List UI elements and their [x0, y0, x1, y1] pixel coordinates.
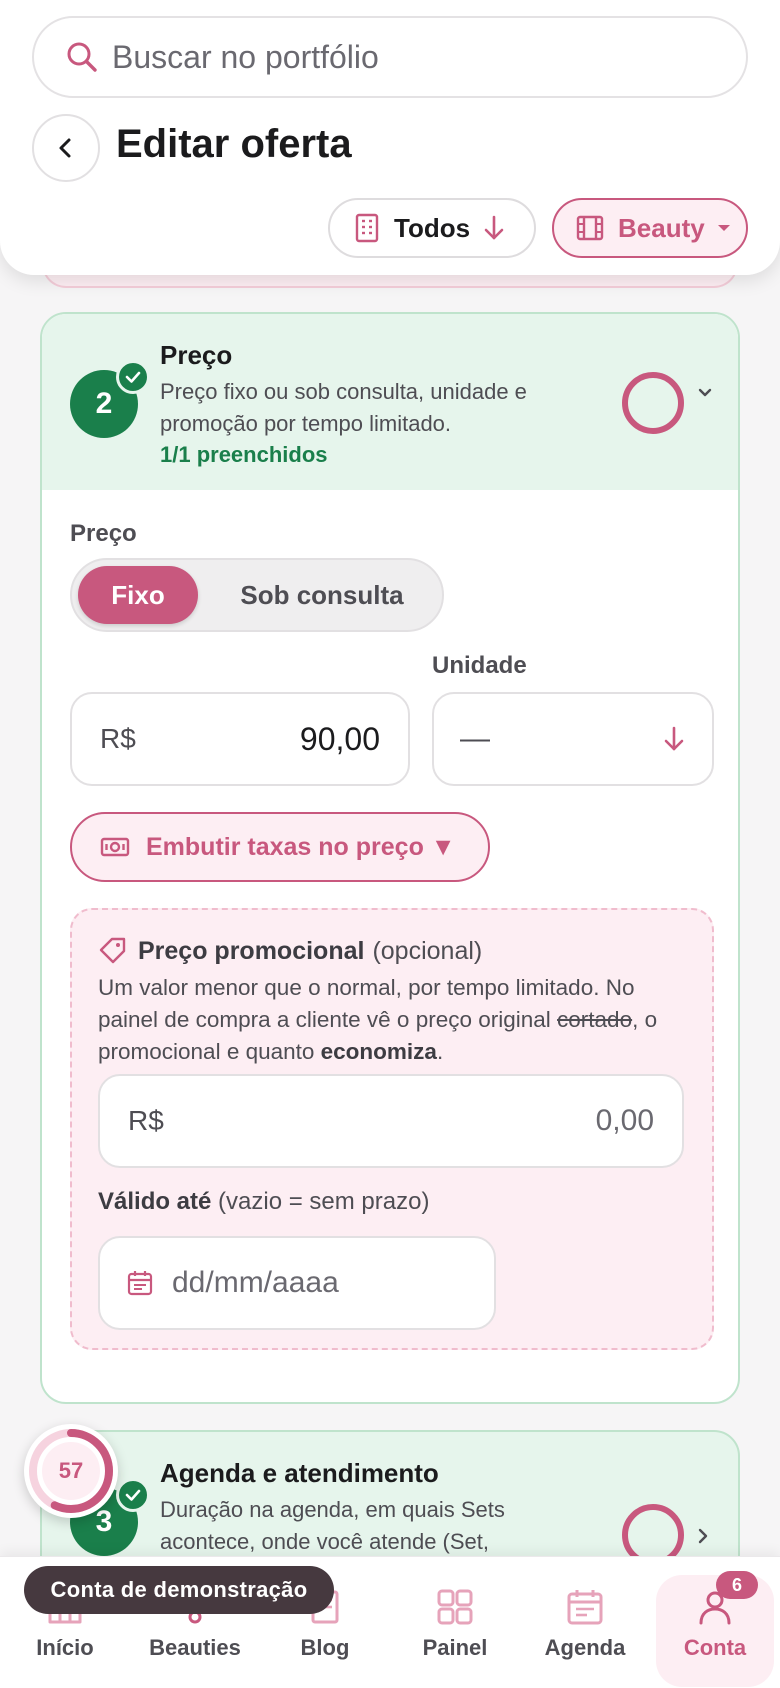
- notification-badge: 6: [716, 1571, 758, 1599]
- search-icon: [67, 42, 97, 72]
- progress-value: 57: [58, 1458, 84, 1483]
- embed-fees-button[interactable]: Embutir taxas no preço ▼: [70, 812, 490, 882]
- building-icon: [355, 213, 379, 243]
- nav-item-conta[interactable]: Conta 6: [656, 1571, 774, 1687]
- filter-chip-todos[interactable]: Todos: [328, 198, 536, 258]
- arrow-down-icon: [664, 726, 684, 751]
- currency-prefix: R$: [128, 1105, 164, 1136]
- promo-desc-part: .: [436, 1039, 444, 1064]
- calendar-icon: [127, 1271, 153, 1296]
- top-header: Editar oferta Todos Beauty: [0, 0, 780, 275]
- promo-desc-part: Um valor menor que o normal, por tempo l…: [98, 975, 635, 1032]
- check-icon: [116, 360, 150, 394]
- search-bar[interactable]: [32, 16, 748, 98]
- price-section-header[interactable]: 2 Preço Preço fixo ou sob consulta, unid…: [42, 314, 738, 490]
- price-section-card: 2 Preço Preço fixo ou sob consulta, unid…: [40, 312, 740, 1404]
- nav-label: Painel: [422, 1635, 488, 1660]
- price-type-toggle: Fixo Sob consulta: [70, 558, 444, 632]
- toggle-on-request-option[interactable]: Sob consulta: [212, 566, 432, 624]
- chevron-down-icon[interactable]: [698, 388, 712, 398]
- search-input[interactable]: [112, 38, 712, 76]
- valid-until-label: Válido até (vazio = sem prazo): [98, 1188, 429, 1216]
- check-icon: [116, 1478, 150, 1512]
- promo-desc-strike: cortado: [557, 1007, 633, 1032]
- promo-desc-bold: economiza: [320, 1039, 437, 1064]
- promo-optional-hint: (opcional): [372, 936, 483, 965]
- price-value: 90,00: [299, 720, 380, 757]
- section-title: Preço: [160, 340, 233, 370]
- nav-item-painel[interactable]: Painel: [390, 1557, 520, 1688]
- page-title: Editar oferta: [116, 122, 352, 166]
- section-filled-count: 1/1 preenchidos: [160, 442, 328, 467]
- filter-chip-beauty[interactable]: Beauty: [552, 198, 748, 258]
- currency-prefix: R$: [100, 723, 136, 754]
- completion-progress[interactable]: 57: [24, 1424, 118, 1518]
- nav-item-agenda[interactable]: Agenda: [520, 1557, 650, 1688]
- valid-until-date-input[interactable]: dd/mm/aaaa: [98, 1236, 496, 1330]
- back-button[interactable]: [32, 114, 100, 182]
- nav-label: Conta: [683, 1635, 747, 1660]
- promo-title: Preço promocional: [138, 936, 365, 965]
- nav-label: Início: [36, 1635, 94, 1660]
- promo-price-panel: Preço promocional (opcional) Um valor me…: [70, 908, 714, 1350]
- section-title: Agenda e atendimento: [160, 1458, 439, 1488]
- promo-title-row: Preço promocional (opcional): [98, 936, 482, 966]
- calendar-icon: [567, 1590, 603, 1625]
- nav-label: Beauties: [149, 1635, 241, 1660]
- section-description: Preço fixo ou sob consulta, unidade e pr…: [160, 379, 527, 436]
- unit-select[interactable]: —: [432, 692, 714, 786]
- grid-icon: [437, 1589, 473, 1625]
- chevron-right-icon[interactable]: [698, 1528, 708, 1544]
- price-input[interactable]: R$ 90,00: [70, 692, 410, 786]
- filter-chip-label: Beauty: [618, 212, 705, 243]
- unit-label: Unidade: [432, 652, 527, 679]
- chevron-left-icon: [59, 138, 71, 158]
- arrow-down-icon: [484, 215, 504, 240]
- embed-fees-label: Embutir taxas no preço ▼: [146, 832, 456, 861]
- tag-icon: [99, 937, 126, 964]
- nav-label: Blog: [300, 1635, 350, 1660]
- promo-price-input[interactable]: R$ 0,00: [98, 1074, 684, 1168]
- promo-description: Um valor menor que o normal, por tempo l…: [98, 972, 698, 1068]
- nav-label: Agenda: [544, 1635, 626, 1660]
- promo-price-placeholder: 0,00: [595, 1104, 654, 1137]
- money-icon: [100, 837, 130, 857]
- section-status-ring: [622, 372, 684, 434]
- price-type-label: Preço: [70, 520, 137, 547]
- toggle-fixed-option[interactable]: Fixo: [78, 566, 198, 624]
- section-description: Duração na agenda, em quais Sets acontec…: [160, 1497, 505, 1554]
- date-placeholder: dd/mm/aaaa: [172, 1266, 339, 1299]
- unit-value: —: [460, 722, 490, 755]
- demo-account-badge: Conta de demonstração: [24, 1566, 334, 1614]
- filter-chip-label: Todos: [394, 212, 471, 243]
- valid-until-title: Válido até: [98, 1188, 212, 1215]
- valid-until-hint: (vazio = sem prazo): [218, 1188, 430, 1215]
- caret-down-icon: [717, 225, 730, 231]
- film-icon: [576, 215, 604, 241]
